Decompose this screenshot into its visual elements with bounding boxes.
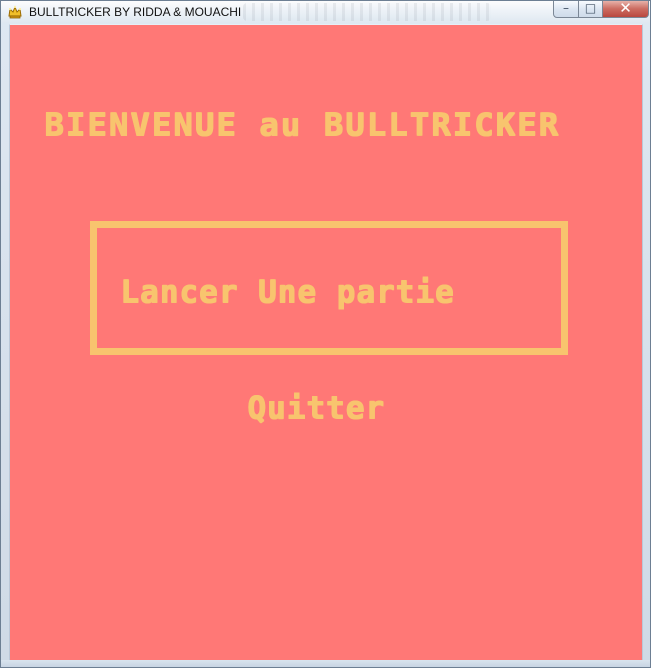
maximize-button[interactable]: □ bbox=[579, 1, 603, 18]
game-window: BULLTRICKER BY RIDDA & MOUACHI – □ ✕ BIE… bbox=[0, 0, 651, 668]
quit-button[interactable]: Quitter bbox=[247, 390, 385, 426]
crown-icon bbox=[8, 5, 22, 19]
close-button[interactable]: ✕ bbox=[603, 1, 649, 18]
titlebar-reflection bbox=[243, 3, 491, 21]
minimize-button[interactable]: – bbox=[553, 1, 579, 18]
welcome-heading: BIENVENUE au BULLTRICKER bbox=[44, 107, 560, 143]
window-titlebar[interactable]: BULLTRICKER BY RIDDA & MOUACHI – □ ✕ bbox=[1, 1, 650, 23]
window-bottom-border bbox=[1, 660, 650, 667]
start-game-label[interactable]: Lancer Une partie bbox=[120, 274, 454, 310]
window-controls: – □ ✕ bbox=[553, 1, 649, 18]
window-title: BULLTRICKER BY RIDDA & MOUACHI bbox=[29, 5, 242, 19]
game-menu-canvas: BIENVENUE au BULLTRICKER Lancer Une part… bbox=[9, 24, 643, 662]
